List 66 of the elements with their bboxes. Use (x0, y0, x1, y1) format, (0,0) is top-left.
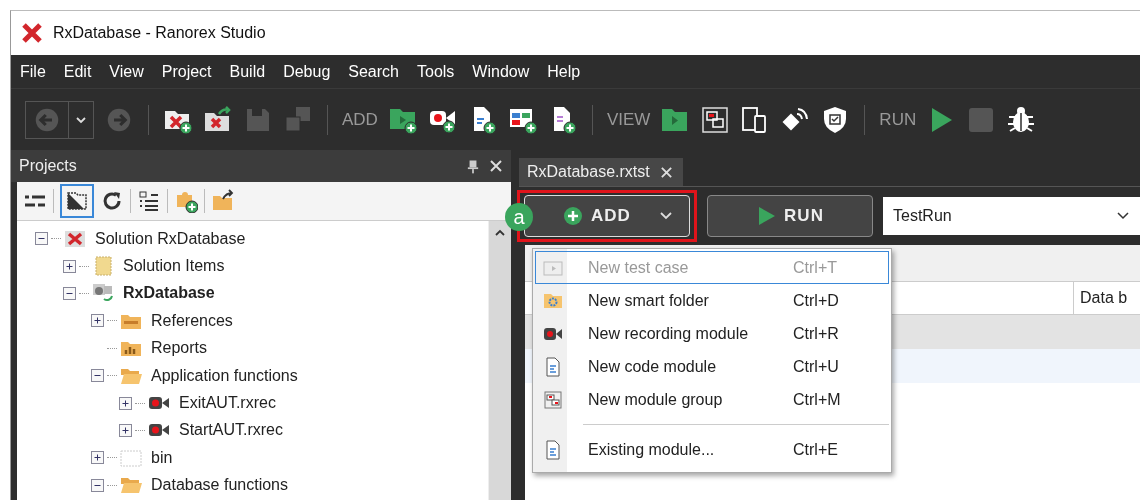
add-button[interactable]: ADD (524, 195, 690, 237)
play-icon (756, 206, 777, 226)
caret-icon[interactable] (1116, 211, 1130, 221)
tree-item[interactable]: StartAUT.rxrec (179, 421, 283, 440)
folder-view-icon (65, 189, 89, 213)
expand-icon[interactable] (91, 451, 104, 465)
expand-icon[interactable] (119, 396, 132, 410)
menu-item[interactable]: New recording module Ctrl+R (535, 317, 889, 350)
menu-item[interactable]: Edit (54, 58, 101, 85)
run-config-dropdown[interactable]: TestRun (883, 197, 1140, 235)
tree-item[interactable]: bin (151, 448, 173, 467)
bug-icon[interactable] (1006, 104, 1037, 135)
module-group-icon (543, 389, 563, 410)
solution-icon (64, 228, 86, 249)
collapse-icon[interactable] (91, 478, 104, 492)
tree-item[interactable]: Reports (151, 339, 208, 358)
tree-item[interactable]: References (151, 311, 233, 330)
menu-item[interactable]: View (100, 58, 153, 85)
menu-item[interactable]: Debug (274, 58, 340, 85)
tree-item[interactable]: Solution RxDatabase (95, 229, 246, 248)
collapse-icon[interactable] (63, 286, 76, 300)
menu-item[interactable]: Help (538, 58, 590, 85)
notes-icon (92, 256, 114, 277)
document-icon (543, 439, 563, 460)
pin-icon[interactable] (467, 158, 479, 174)
document-icon (543, 356, 563, 377)
tree-item[interactable]: Solution Items (123, 257, 225, 276)
menu-item[interactable]: File (11, 58, 55, 85)
menu-item[interactable]: Search (339, 58, 408, 85)
close-icon[interactable] (659, 165, 673, 179)
folder-export-icon[interactable] (211, 189, 235, 213)
expand-icon[interactable] (119, 423, 132, 437)
expand-icon[interactable] (63, 259, 76, 273)
menu-item[interactable]: New smart folder Ctrl+D (535, 284, 889, 317)
tree-item[interactable]: Application functions (151, 366, 298, 385)
menu-item[interactable]: New code module Ctrl+U (535, 350, 889, 383)
app-logo-icon (21, 22, 43, 44)
column-header[interactable]: Data b (1074, 282, 1140, 314)
menu-item[interactable]: Tools (408, 58, 464, 85)
toolbar-label: RUN (879, 109, 917, 130)
run-button[interactable]: RUN (707, 195, 873, 237)
menu-item[interactable]: Project (152, 58, 221, 85)
collapse-icon[interactable] (35, 232, 48, 246)
panel-title: Projects (19, 157, 77, 175)
scrollbar[interactable] (488, 221, 511, 500)
puzzle-add-icon[interactable] (174, 189, 198, 213)
menu-item[interactable]: New module group Ctrl+M (535, 383, 889, 416)
menu-item[interactable]: Window (463, 58, 539, 85)
document-tab[interactable]: RxDatabase.rxtst (519, 158, 683, 186)
window-title: RxDatabase - Ranorex Studio (53, 24, 266, 42)
toolbar-label: VIEW (606, 109, 651, 130)
collapse-icon[interactable] (91, 369, 104, 383)
expand-icon[interactable] (91, 314, 104, 328)
tree-item[interactable]: RxDatabase (123, 284, 215, 303)
scroll-up-icon[interactable] (494, 229, 506, 237)
tree-item[interactable]: Database functions (151, 476, 288, 495)
view-toggle-button[interactable] (60, 184, 94, 218)
caret-icon (659, 211, 673, 221)
close-icon[interactable] (489, 159, 503, 173)
toolbar-label: ADD (342, 109, 378, 130)
menu-item[interactable]: Build (220, 58, 275, 85)
module-group-icon[interactable] (700, 104, 731, 135)
tree-item[interactable]: ExitAUT.rxrec (179, 394, 276, 413)
menu-item[interactable]: Existing module... Ctrl+E (535, 433, 889, 466)
tree-list-icon[interactable] (137, 189, 161, 213)
plus-icon (563, 206, 583, 226)
